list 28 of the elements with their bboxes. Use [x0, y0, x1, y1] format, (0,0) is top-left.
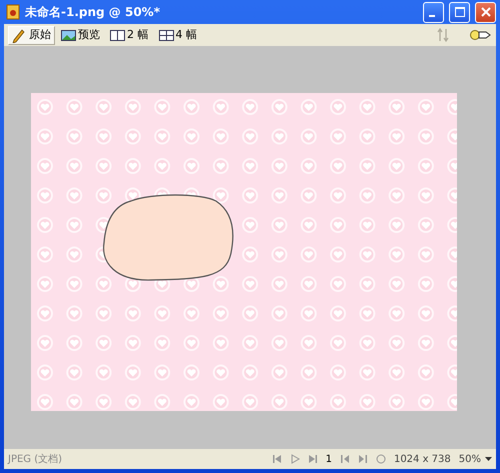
stop-icon[interactable] [376, 454, 386, 464]
frame-number: 1 [326, 452, 332, 466]
image-size: 1024 x 738 [394, 452, 451, 466]
view-tab[interactable]: 原始 [8, 26, 55, 44]
maximize-button[interactable] [449, 2, 470, 22]
window-title: 未命名-1.png @ 50%* [25, 4, 160, 21]
last-frame-icon[interactable] [308, 454, 318, 464]
zoom-dropdown[interactable]: 50% [458, 452, 492, 466]
pencil-icon [12, 28, 27, 42]
rounded-shape[interactable] [103, 194, 234, 281]
play-icon[interactable] [290, 454, 300, 464]
first-frame-icon[interactable] [272, 454, 282, 464]
file-type-label: JPEG (文档) [8, 452, 62, 466]
view-tab[interactable]: 2 幅 [106, 26, 152, 44]
maximize-icon [454, 7, 464, 17]
view-tab[interactable]: 4 幅 [154, 26, 201, 44]
four-pane-icon [158, 28, 174, 42]
minimize-button[interactable] [423, 2, 444, 22]
minimize-icon [429, 15, 435, 17]
close-icon [480, 7, 490, 17]
previous-frame-icon[interactable] [340, 454, 350, 464]
two-pane-icon [110, 28, 125, 42]
document-icon [6, 4, 20, 20]
view-tab[interactable]: 预览 [57, 26, 104, 44]
close-button[interactable] [475, 2, 496, 22]
next-frame-icon[interactable] [358, 454, 368, 464]
caret-icon [485, 457, 492, 461]
landscape-icon [61, 28, 76, 42]
